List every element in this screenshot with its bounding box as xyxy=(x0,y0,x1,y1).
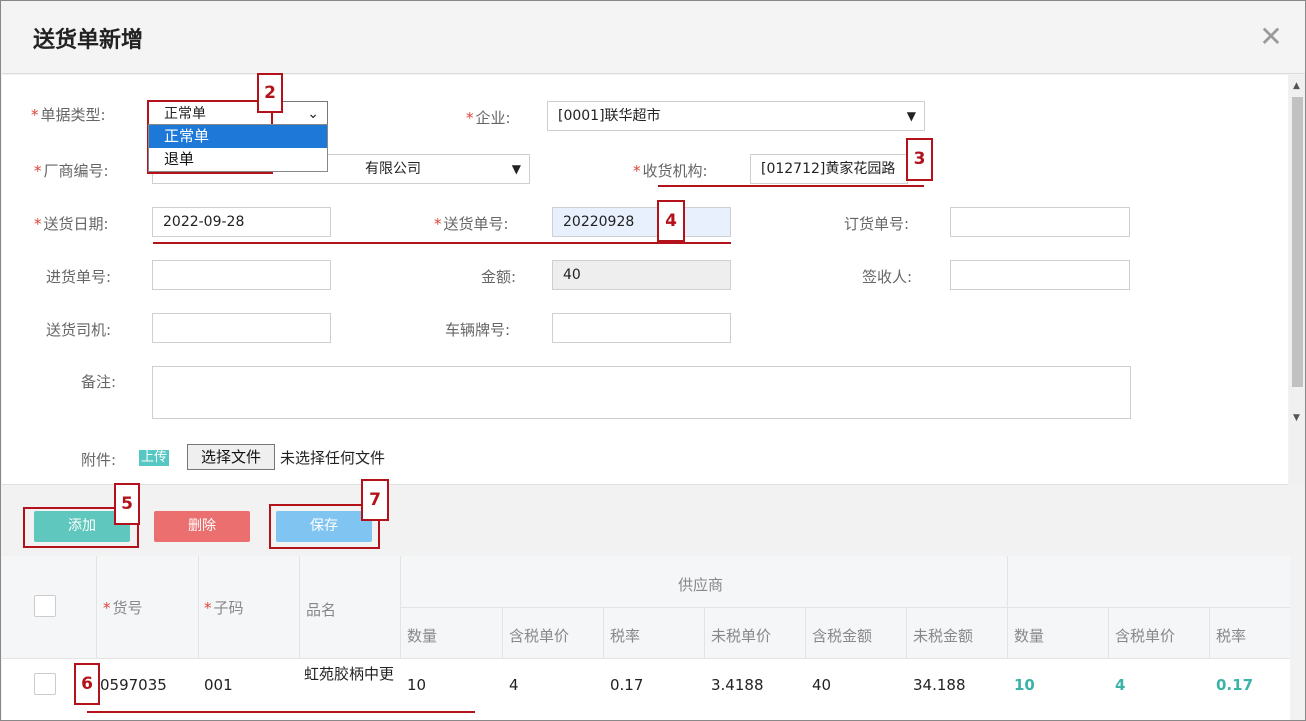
col-header-price: 含税单价 xyxy=(509,627,570,645)
col-group-supplier: 供应商 xyxy=(678,576,724,594)
col-divider xyxy=(805,607,806,659)
cell-amount: 40 xyxy=(812,676,832,694)
annotation-label-3: 3 xyxy=(906,138,933,181)
select-all-checkbox[interactable] xyxy=(34,595,56,617)
col-divider xyxy=(1007,556,1008,659)
annotation-label-7: 7 xyxy=(361,479,389,521)
cell-subcode: 001 xyxy=(204,676,233,694)
delivery-date-label: * 送货日期: xyxy=(34,215,109,233)
order-no-label: 订货单号: xyxy=(844,215,910,233)
delivery-date-input[interactable]: 2022-09-28 xyxy=(152,207,331,237)
col-header-amount: 含税金额 xyxy=(812,627,873,645)
col-header-qty: 数量 xyxy=(407,627,438,645)
no-file-text: 未选择任何文件 xyxy=(280,449,386,467)
cell-net-price: 3.4188 xyxy=(711,676,764,694)
col-header-name: 品名 xyxy=(306,601,337,619)
dialog: 送货单新增 ✕ ▲ ▼ * 单据类型: 正常单 ⌄ 正常单 退单 * 企业: [00… xyxy=(0,0,1306,721)
cell-price2: 4 xyxy=(1115,676,1126,694)
receiver-input[interactable]: [012712]黄家花园路 xyxy=(750,154,908,184)
annotation-label-5: 5 xyxy=(114,483,140,525)
cell-name: 虹苑胶柄中更 xyxy=(304,665,395,683)
doc-type-dropdown: 正常单 退单 xyxy=(148,124,328,172)
doc-type-option[interactable]: 正常单 xyxy=(149,125,327,148)
col-divider xyxy=(198,556,199,659)
col-header-subcode: * 子码 xyxy=(204,599,244,617)
scroll-down-icon[interactable]: ▼ xyxy=(1293,413,1300,423)
col-header-net-price: 未税单价 xyxy=(711,627,772,645)
cell-rate2: 0.17 xyxy=(1216,676,1254,694)
amount-label: 金额: xyxy=(481,268,517,286)
enterprise-value: [0001]联华超市 xyxy=(558,108,661,124)
amount-input: 40 xyxy=(552,260,731,290)
vendor-value: 有限公司 xyxy=(365,161,421,177)
delivery-no-input[interactable]: 20220928 xyxy=(552,207,731,237)
attachment-label: 附件: xyxy=(81,451,117,469)
vendor-label: * 厂商编号: xyxy=(34,162,109,180)
doc-type-label: * 单据类型: xyxy=(31,106,106,124)
driver-label: 送货司机: xyxy=(46,321,112,339)
col-divider xyxy=(502,607,503,659)
col-divider xyxy=(704,607,705,659)
remark-textarea[interactable] xyxy=(152,366,1131,419)
caret-down-icon: ▼ xyxy=(906,109,916,123)
col-divider xyxy=(299,556,300,659)
col-header-code: * 货号 xyxy=(103,599,143,617)
upload-link[interactable]: 上传 xyxy=(139,450,170,466)
purchase-no-input[interactable] xyxy=(152,260,331,290)
cell-code: 0597035 xyxy=(100,676,167,694)
plate-label: 车辆牌号: xyxy=(445,321,511,339)
cell-qty2: 10 xyxy=(1014,676,1035,694)
col-divider xyxy=(96,556,97,659)
dialog-title: 送货单新增 xyxy=(33,28,144,53)
col-divider xyxy=(400,556,401,659)
scrollbar[interactable]: ▲ ▼ xyxy=(1289,75,1305,485)
delete-button[interactable]: 删除 xyxy=(154,511,250,542)
plate-input[interactable] xyxy=(552,313,731,343)
driver-input[interactable] xyxy=(152,313,331,343)
col-divider xyxy=(906,607,907,659)
caret-down-icon: ▼ xyxy=(511,162,521,176)
signer-label: 签收人: xyxy=(862,268,913,286)
annotation-underline-6 xyxy=(87,711,475,713)
delivery-no-label: * 送货单号: xyxy=(434,215,509,233)
dialog-header: 送货单新增 ✕ xyxy=(2,2,1305,74)
remark-label: 备注: xyxy=(81,373,117,391)
order-no-input[interactable] xyxy=(950,207,1130,237)
choose-file-button[interactable]: 选择文件 xyxy=(187,444,275,470)
purchase-no-label: 进货单号: xyxy=(46,268,112,286)
col-divider xyxy=(1108,607,1109,659)
col-divider xyxy=(1209,607,1210,659)
annotation-underline-3 xyxy=(658,185,924,187)
col-header-qty2: 数量 xyxy=(1014,627,1045,645)
cell-net-amount: 34.188 xyxy=(913,676,966,694)
header-divider xyxy=(400,607,1290,608)
annotation-underline-4 xyxy=(153,242,731,244)
signer-input[interactable] xyxy=(950,260,1130,290)
annotation-label-2: 2 xyxy=(257,73,283,113)
cell-rate: 0.17 xyxy=(610,676,644,694)
chevron-down-icon: ⌄ xyxy=(307,106,319,122)
col-header-net-amount: 未税金额 xyxy=(913,627,974,645)
receiver-label: * 收货机构: xyxy=(633,162,708,180)
annotation-label-6: 6 xyxy=(74,663,100,705)
doc-type-option[interactable]: 退单 xyxy=(149,148,327,171)
col-header-price2: 含税单价 xyxy=(1115,627,1176,645)
enterprise-select[interactable]: [0001]联华超市 ▼ xyxy=(547,101,925,131)
col-divider xyxy=(603,607,604,659)
cell-price: 4 xyxy=(509,676,519,694)
scroll-thumb[interactable] xyxy=(1292,97,1303,387)
col-header-rate: 税率 xyxy=(610,627,641,645)
row-checkbox[interactable] xyxy=(34,673,56,695)
scroll-up-icon[interactable]: ▲ xyxy=(1293,81,1300,91)
cell-qty: 10 xyxy=(407,676,427,694)
close-icon[interactable]: ✕ xyxy=(1258,23,1284,51)
items-table: * 货号 * 子码 品名 供应商 数量 含税单价 税率 未税单价 含税金额 未税金额… xyxy=(2,556,1290,720)
col-header-rate2: 税率 xyxy=(1216,627,1247,645)
annotation-label-4: 4 xyxy=(657,200,685,242)
enterprise-label: * 企业: xyxy=(466,109,511,127)
